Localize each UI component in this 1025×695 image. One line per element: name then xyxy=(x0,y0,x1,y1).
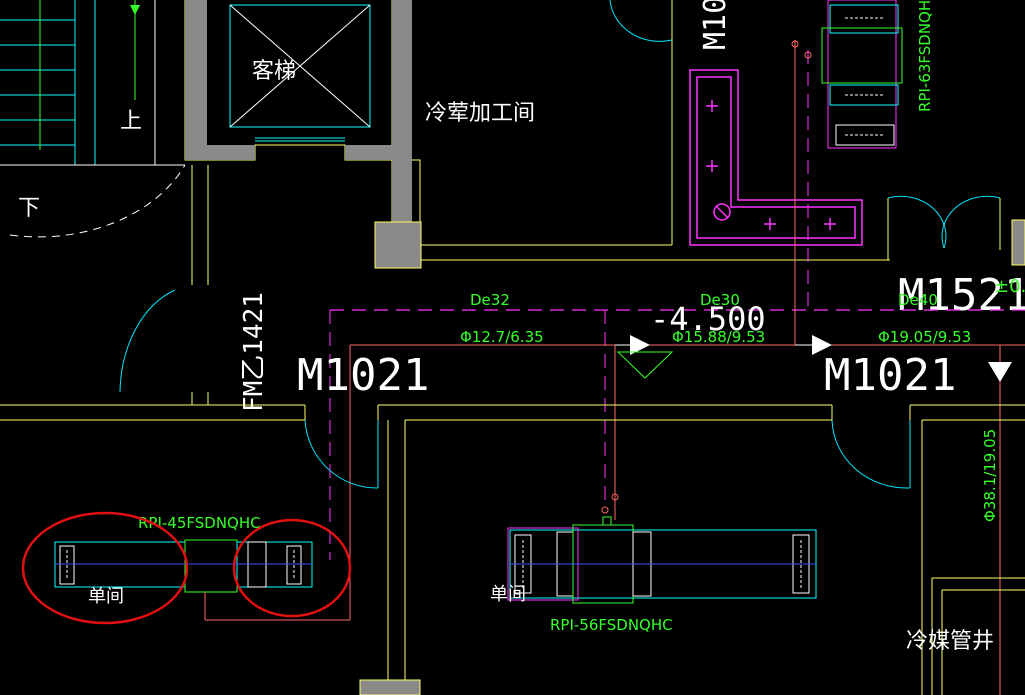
unit-tag-rpi56: RPI-56FSDNQHC xyxy=(550,616,673,634)
door-tag-m10-top: M10 xyxy=(698,0,733,50)
elevation-label: -4.500 xyxy=(650,300,766,338)
flow-arrow-icon xyxy=(988,362,1012,382)
column xyxy=(374,221,422,269)
door-swing-m1021-left xyxy=(304,419,379,489)
unit-tag-rpi45: RPI-45FSDNQHC xyxy=(138,514,261,532)
stair-down-label: 下 xyxy=(18,196,40,221)
cad-drawing-canvas[interactable]: 上 下 客梯 冷荤加工间 M10 RPI-63FSDNQHC M1521 ±0 … xyxy=(0,0,1025,695)
indoor-unit-rpi45 xyxy=(54,539,350,621)
door-swing-fire xyxy=(119,289,176,393)
elevator-shaft xyxy=(184,0,421,223)
elevator-label: 客梯 xyxy=(252,59,296,84)
corridor-walls xyxy=(0,404,1025,695)
room-name-cold-processing: 冷荤加工间 xyxy=(425,101,535,126)
markup-circle-right xyxy=(232,518,352,618)
door-swing-m1021-right xyxy=(831,419,911,489)
room-name-single-mid: 单间 xyxy=(490,584,526,605)
room-name-single-left: 单间 xyxy=(88,586,124,607)
exhaust-duct xyxy=(689,69,863,246)
door-swing-top xyxy=(609,0,673,42)
pipe-tag-19-05: Φ19.05/9.53 xyxy=(878,328,971,346)
stair-up-label: 上 xyxy=(120,109,142,134)
door-tag-m1021-left: M1021 xyxy=(297,350,429,401)
section-marker xyxy=(616,351,674,379)
pipe-tag-12-7: Φ12.7/6.35 xyxy=(460,328,544,346)
door-tag-m1021-right: M1021 xyxy=(824,350,956,401)
pipe-fitting xyxy=(601,506,609,514)
indoor-unit-rpi63 xyxy=(821,0,903,149)
pipe-tag-38-1: Φ38.1/19.05 xyxy=(981,429,999,522)
pipe-tag-de32: De32 xyxy=(470,291,510,309)
elevation-right: ±0.00 xyxy=(994,276,1025,297)
door-swing-right xyxy=(887,195,1001,260)
pipe-tag-de40: De40 xyxy=(898,291,938,309)
column xyxy=(1011,219,1025,266)
unit-tag-rpi63: RPI-63FSDNQHC xyxy=(916,0,934,112)
indoor-unit-rpi56 xyxy=(507,516,817,604)
room-name-refrigerant-shaft: 冷媒管井 xyxy=(906,629,994,654)
door-tag-fire: FM乙1421 xyxy=(239,292,269,412)
stair-arrow-icon xyxy=(130,5,140,15)
column xyxy=(359,679,421,695)
